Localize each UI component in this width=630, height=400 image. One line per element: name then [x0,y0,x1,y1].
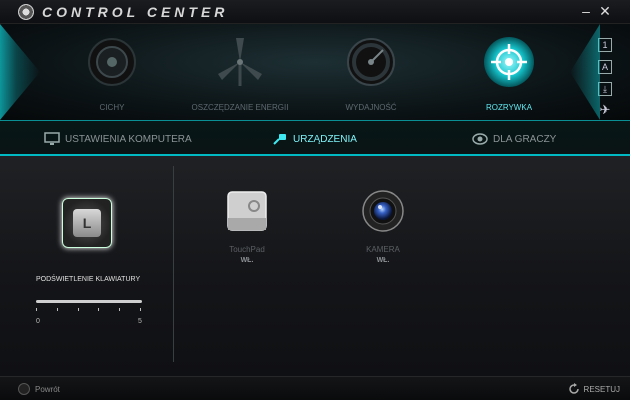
mode-label: OSZCZĘDZANIE ENERGII [191,103,289,112]
slider-tick [98,308,100,311]
app-logo-icon [18,4,34,20]
app-title: CONTROL CENTER [42,4,229,20]
letter-a-icon[interactable]: A [598,60,612,74]
slider-tick [36,308,37,311]
slider-tick [119,308,121,311]
bottom-bar: Powrót RESETUJ [0,376,630,400]
download-icon[interactable]: ⤓ [598,82,612,96]
device-name: TouchPad [229,245,265,254]
device-status: WŁ. [376,257,390,264]
tab-label: DLA GRACZY [493,133,557,145]
reset-label: RESETUJ [583,384,620,394]
tab-for-gamers[interactable]: DLA GRACZY [472,129,556,149]
title-bar: CONTROL CENTER – ✕ [0,0,630,24]
devices-content: L PODŚWIETLENIE KLAWIATURY 0 5 TouchPad … [0,156,630,376]
mode-performance[interactable]: WYDAJNOŚĆ [316,36,426,118]
slider-tick [77,308,79,311]
camera-icon [362,190,404,232]
device-touchpad[interactable]: TouchPad WŁ. [212,190,282,264]
touchpad-icon [227,191,267,231]
device-name: KAMERA [366,245,400,254]
mode-panel: CICHY OSZCZĘDZANIE ENERGII WYDAJNOŚĆ ROZ… [0,24,630,120]
tab-devices[interactable]: URZĄDZENIA [272,129,357,149]
keyboard-backlight-label: PODŚWIETLENIE KLAWIATURY [36,276,141,283]
back-label: Powrót [35,384,60,394]
number-one-icon[interactable]: 1 [598,38,612,52]
mode-label: ROZRYWKA [485,103,533,112]
mode-quiet[interactable]: CICHY [57,36,167,118]
minimize-button[interactable]: – [578,3,594,19]
slider-max-label: 5 [138,318,142,325]
slider-min-label: 0 [36,318,40,325]
keyboard-backlight-icon[interactable]: L [62,198,112,248]
speaker-icon [88,38,136,86]
tab-label: USTAWIENIA KOMPUTERA [65,133,192,145]
mode-entertainment[interactable]: ROZRYWKA [454,36,564,118]
monitor-icon [44,132,60,145]
back-icon [18,383,30,395]
section-divider [173,166,174,362]
slider-ticks [36,308,142,314]
close-button[interactable]: ✕ [597,3,613,19]
eye-icon [472,133,488,145]
windmill-icon [218,38,262,86]
keyboard-backlight-slider[interactable] [36,300,142,303]
mode-label: CICHY [99,103,125,112]
crosshair-icon [484,37,534,87]
gauge-icon [347,38,395,86]
tab-computer-settings[interactable]: USTAWIENIA KOMPUTERA [44,129,192,149]
tab-label: URZĄDZENIA [293,133,357,145]
tab-strip: USTAWIENIA KOMPUTERA URZĄDZENIA DLA GRAC… [0,120,630,156]
key-l-icon: L [73,209,101,237]
plug-icon [273,134,286,145]
slider-tick [56,308,58,311]
mode-label: WYDAJNOŚĆ [345,103,397,112]
device-status: WŁ. [240,257,254,264]
mode-power-saving[interactable]: OSZCZĘDZANIE ENERGII [185,36,295,118]
back-button[interactable]: Powrót [18,383,60,395]
airplane-icon[interactable]: ✈ [598,103,612,118]
device-camera[interactable]: KAMERA WŁ. [348,190,418,264]
slider-tick [140,308,141,311]
reset-icon [568,383,579,394]
reset-button[interactable]: RESETUJ [568,383,620,395]
